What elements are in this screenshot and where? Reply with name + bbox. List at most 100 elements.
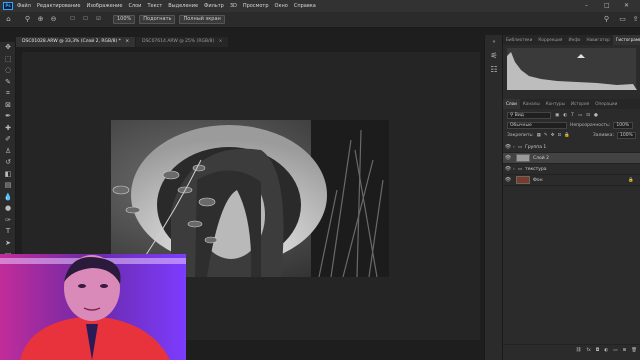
history-brush-tool-icon[interactable]: ↺ [0, 157, 16, 169]
menu-select[interactable]: Выделение [168, 3, 198, 9]
fill-screen-button[interactable]: Полный экран [179, 15, 225, 24]
marquee-tool-icon[interactable]: ⬚ [0, 54, 16, 66]
lock-paint-icon[interactable]: ✎ [544, 133, 548, 138]
pen-tool-icon[interactable]: ✑ [0, 215, 16, 227]
histogram-graph [507, 48, 637, 90]
menu-file[interactable]: Файл [17, 3, 31, 9]
tab-dsc01028[interactable]: DSC01028.ARW @ 33,3% (Слой 2, RGB/8) * × [16, 37, 136, 47]
photoshop-logo[interactable]: Ps [3, 2, 13, 10]
close-window-button[interactable]: ✕ [624, 2, 629, 9]
tab-channels[interactable]: Каналы [520, 99, 543, 109]
menu-3d[interactable]: 3D [230, 3, 237, 9]
layer-row-texture[interactable]: 👁 › ▭ текстура [503, 164, 640, 175]
fit-screen-button[interactable]: Подогнать [139, 15, 176, 24]
filter-pixel-icon[interactable]: ▣ [555, 113, 559, 118]
lock-all-icon[interactable]: 🔒 [564, 133, 570, 138]
menu-layers[interactable]: Слои [128, 3, 141, 9]
close-tab-icon[interactable]: × [125, 39, 129, 44]
tab-navigator[interactable]: Навигатор [583, 35, 612, 45]
collapse-panels-icon[interactable]: » [485, 35, 503, 49]
layer-row-group1[interactable]: 👁 › ▭ Группа 1 [503, 142, 640, 153]
adjustments-icon[interactable]: ⚟ [485, 49, 503, 63]
clone-stamp-tool-icon[interactable]: ♙ [0, 146, 16, 158]
search-icon[interactable]: ⚲ [602, 15, 611, 24]
healing-brush-tool-icon[interactable]: ✚ [0, 123, 16, 135]
lock-pixels-icon[interactable]: ▦ [537, 133, 541, 138]
tab-actions[interactable]: Операции [592, 99, 620, 109]
visibility-eye-icon[interactable]: 👁 [503, 155, 513, 161]
layer-name: Слой 2 [533, 155, 549, 161]
lock-position-icon[interactable]: ✥ [551, 133, 555, 138]
delete-layer-icon[interactable]: 🗑 [631, 348, 637, 353]
type-tool-icon[interactable]: T [0, 226, 16, 238]
workspace-icon[interactable]: ▭ [618, 15, 627, 24]
fill-field[interactable]: 100% [616, 132, 636, 139]
menu-window[interactable]: Окно [275, 3, 288, 9]
menu-filter[interactable]: Фильтр [204, 3, 224, 9]
link-layers-icon[interactable]: ⛓ [576, 348, 582, 353]
tab-info[interactable]: Инфо [565, 35, 583, 45]
zoom-all-checkbox[interactable]: ☐ [81, 15, 90, 24]
zoom-tool-icon[interactable]: ⚲ [23, 15, 32, 24]
filter-shape-icon[interactable]: ▭ [578, 113, 582, 118]
menu-type[interactable]: Текст [147, 3, 162, 9]
tab-histogram[interactable]: Гистограмма [612, 35, 640, 45]
tab-layers[interactable]: Слои [503, 99, 520, 109]
brush-tool-icon[interactable]: ✐ [0, 134, 16, 146]
properties-icon[interactable]: ☷ [485, 63, 503, 77]
new-layer-icon[interactable]: ⊞ [623, 348, 627, 353]
crop-tool-icon[interactable]: ⌗ [0, 88, 16, 100]
lock-artboard-icon[interactable]: ⊡ [557, 133, 561, 138]
home-icon[interactable]: ⌂ [4, 15, 13, 24]
visibility-eye-icon[interactable]: 👁 [503, 166, 513, 172]
right-panels: Библиотеки Коррекция Инфо Навигатор Гист… [502, 35, 640, 360]
filter-adjust-icon[interactable]: ◐ [563, 113, 567, 118]
expand-chevron-icon[interactable]: › [513, 167, 515, 172]
layer-row-background[interactable]: 👁 Фон 🔒 [503, 175, 640, 186]
quick-selection-tool-icon[interactable]: ✎ [0, 77, 16, 89]
lock-icon: 🔒 [628, 177, 634, 183]
dodge-tool-icon[interactable]: ● [0, 203, 16, 215]
menu-edit[interactable]: Редактирование [37, 3, 81, 9]
filter-smart-icon[interactable]: ⊡ [586, 113, 590, 118]
tab-dsc07614[interactable]: DSC07614.ARW @ 25% (RGB/8) × [136, 37, 229, 47]
menu-view[interactable]: Просмотр [243, 3, 269, 9]
layer-filter-field[interactable]: ⚲ Вид [507, 112, 551, 119]
resize-windows-checkbox[interactable]: ☐ [68, 15, 77, 24]
frame-tool-icon[interactable]: ⊠ [0, 100, 16, 112]
close-tab-icon[interactable]: × [219, 39, 223, 44]
gradient-tool-icon[interactable]: ▤ [0, 180, 16, 192]
fx-icon[interactable]: fx [586, 348, 590, 353]
blur-tool-icon[interactable]: 💧 [0, 192, 16, 204]
adjustment-layer-icon[interactable]: ◐ [604, 348, 608, 353]
add-mask-icon[interactable]: ◘ [596, 348, 600, 353]
zoom-out-icon[interactable]: ⊖ [49, 15, 58, 24]
visibility-eye-icon[interactable]: 👁 [503, 177, 513, 183]
move-tool-icon[interactable]: ✥ [0, 42, 16, 54]
tab-libraries[interactable]: Библиотеки [503, 35, 535, 45]
menu-image[interactable]: Изображение [86, 3, 122, 9]
top-panel-tabs: Библиотеки Коррекция Инфо Навигатор Гист… [503, 35, 640, 45]
maximize-button[interactable]: □ [604, 2, 610, 9]
filter-toggle-icon[interactable]: ● [594, 113, 598, 118]
scrubby-zoom-checkbox[interactable]: ☑ [94, 15, 103, 24]
tab-paths[interactable]: Контуры [543, 99, 568, 109]
path-selection-tool-icon[interactable]: ➤ [0, 238, 16, 250]
eraser-tool-icon[interactable]: ◧ [0, 169, 16, 181]
visibility-eye-icon[interactable]: 👁 [503, 144, 513, 150]
filter-type-icon[interactable]: T [571, 113, 574, 118]
expand-chevron-icon[interactable]: › [513, 145, 515, 150]
layer-row-layer2[interactable]: 👁 Слой 2 [503, 153, 640, 164]
menu-help[interactable]: Справка [294, 3, 316, 9]
new-group-icon[interactable]: ▭ [613, 348, 617, 353]
tab-corrections[interactable]: Коррекция [535, 35, 565, 45]
tab-history[interactable]: История [568, 99, 592, 109]
blend-mode-select[interactable]: Обычные [507, 122, 567, 129]
share-icon[interactable]: ⇪ [631, 15, 640, 24]
eyedropper-tool-icon[interactable]: ✒ [0, 111, 16, 123]
zoom-in-icon[interactable]: ⊕ [36, 15, 45, 24]
lasso-tool-icon[interactable]: ◌ [0, 65, 16, 77]
minimize-button[interactable]: – [585, 2, 588, 9]
zoom-percent-button[interactable]: 100% [113, 15, 136, 24]
opacity-field[interactable]: 100% [613, 122, 634, 129]
